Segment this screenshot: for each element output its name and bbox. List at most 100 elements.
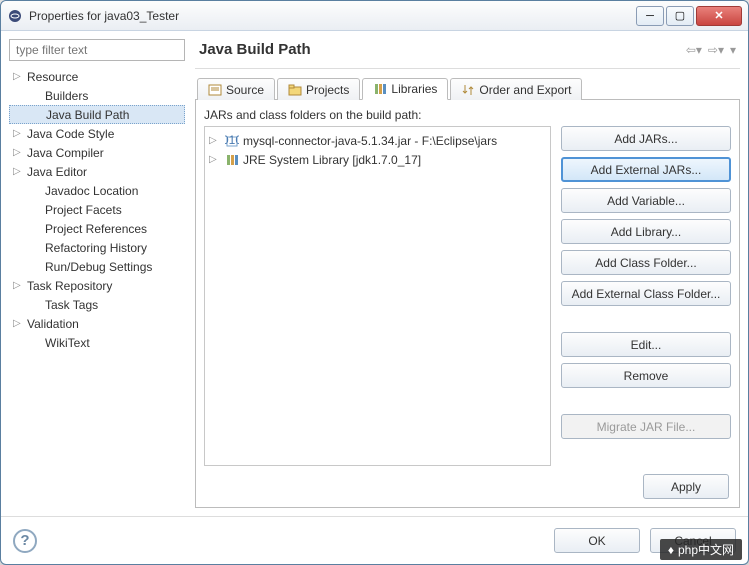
help-icon[interactable]: ? xyxy=(13,529,37,553)
maximize-button[interactable]: ▢ xyxy=(666,6,694,26)
tree-item[interactable]: WikiText xyxy=(9,333,185,352)
apply-row: Apply xyxy=(204,466,731,499)
tab-source[interactable]: Source xyxy=(197,78,275,100)
tab-order-and-export[interactable]: Order and Export xyxy=(450,78,582,100)
expander-icon: ▷ xyxy=(209,154,221,165)
jre-library-icon xyxy=(225,153,239,167)
tree-item-label: Project References xyxy=(45,222,147,236)
tree-item-label: Java Editor xyxy=(27,165,87,179)
jar-item-label: mysql-connector-java-5.1.34.jar - F:\Ecl… xyxy=(243,134,497,148)
tree-item-label: Java Code Style xyxy=(27,127,114,141)
libraries-heading: JARs and class folders on the build path… xyxy=(204,108,731,122)
filter-input[interactable] xyxy=(9,39,185,61)
tree-item-label: WikiText xyxy=(45,336,90,350)
tree-item[interactable]: ▷Java Compiler xyxy=(9,143,185,162)
tree-item[interactable]: Task Tags xyxy=(9,295,185,314)
eclipse-icon xyxy=(7,8,23,24)
tree-item-label: Task Tags xyxy=(45,298,98,312)
properties-dialog: Properties for java03_Tester ─ ▢ ✕ ▷Reso… xyxy=(0,0,749,565)
tree-item[interactable]: Project Facets xyxy=(9,200,185,219)
minimize-button[interactable]: ─ xyxy=(636,6,664,26)
tree-item-label: Task Repository xyxy=(27,279,112,293)
expander-icon: ▷ xyxy=(209,135,221,146)
tree-item-label: Refactoring History xyxy=(45,241,147,255)
apply-button[interactable]: Apply xyxy=(643,474,729,499)
dialog-body: ▷ResourceBuildersJava Build Path▷Java Co… xyxy=(1,31,748,516)
add-library-button[interactable]: Add Library... xyxy=(561,219,731,244)
add-jars-button[interactable]: Add JARs... xyxy=(561,126,731,151)
watermark: ♦ php中文网 xyxy=(660,539,742,560)
dialog-footer: ? OK Cancel xyxy=(1,516,748,564)
tab-content-libraries: JARs and class folders on the build path… xyxy=(195,100,740,508)
jar-item[interactable]: ▷ JRE System Library [jdk1.7.0_17] xyxy=(209,150,546,169)
libraries-body: ▷ 010 mysql-connector-java-5.1.34.jar - F:… xyxy=(204,126,731,466)
ok-button[interactable]: OK xyxy=(554,528,640,553)
tab-label: Libraries xyxy=(391,82,437,96)
tree-item-label: Resource xyxy=(27,70,78,84)
expander-icon: ▷ xyxy=(13,147,27,158)
tree-item[interactable]: ▷Java Code Style xyxy=(9,124,185,143)
tree-item-label: Validation xyxy=(27,317,79,331)
tab-label: Order and Export xyxy=(479,83,571,97)
remove-button[interactable]: Remove xyxy=(561,363,731,388)
tab-bar: Source Projects Libraries Order and Export xyxy=(195,77,740,100)
projects-icon xyxy=(288,83,302,97)
expander-icon: ▷ xyxy=(13,318,27,329)
forward-icon[interactable]: ⇨▾ xyxy=(708,43,724,57)
watermark-text: php中文网 xyxy=(678,541,734,558)
edit-button[interactable]: Edit... xyxy=(561,332,731,357)
tab-label: Source xyxy=(226,83,264,97)
tree-item-label: Java Build Path xyxy=(46,108,129,122)
tree-item-label: Builders xyxy=(45,89,88,103)
tree-item[interactable]: Project References xyxy=(9,219,185,238)
jar-item-label: JRE System Library [jdk1.7.0_17] xyxy=(243,153,421,167)
sidebar: ▷ResourceBuildersJava Build Path▷Java Co… xyxy=(9,39,185,508)
nav-arrows: ⇦▾ ⇨▾ ▾ xyxy=(686,43,736,57)
expander-icon: ▷ xyxy=(13,280,27,291)
window-controls: ─ ▢ ✕ xyxy=(636,6,742,26)
close-button[interactable]: ✕ xyxy=(696,6,742,26)
add-variable-button[interactable]: Add Variable... xyxy=(561,188,731,213)
tree-item-label: Run/Debug Settings xyxy=(45,260,152,274)
libraries-icon xyxy=(373,82,387,96)
tree-item[interactable]: ▷Validation xyxy=(9,314,185,333)
main-panel: Java Build Path ⇦▾ ⇨▾ ▾ Source Projects Li… xyxy=(195,39,740,508)
tree-item[interactable]: Java Build Path xyxy=(9,105,185,124)
tree-item-label: Project Facets xyxy=(45,203,122,217)
add-class-folder-button[interactable]: Add Class Folder... xyxy=(561,250,731,275)
tab-projects[interactable]: Projects xyxy=(277,78,360,100)
expander-icon: ▷ xyxy=(13,128,27,139)
main-header: Java Build Path ⇦▾ ⇨▾ ▾ xyxy=(195,39,740,69)
window-title: Properties for java03_Tester xyxy=(29,9,636,23)
menu-icon[interactable]: ▾ xyxy=(730,43,736,57)
tree-item[interactable]: Refactoring History xyxy=(9,238,185,257)
spacer xyxy=(561,312,731,326)
tree-item[interactable]: Javadoc Location xyxy=(9,181,185,200)
tab-libraries[interactable]: Libraries xyxy=(362,78,448,100)
svg-text:010: 010 xyxy=(225,134,239,147)
jar-file-icon: 010 xyxy=(225,134,239,148)
expander-icon: ▷ xyxy=(13,71,27,82)
add-external-class-folder-button[interactable]: Add External Class Folder... xyxy=(561,281,731,306)
add-external-jars-button[interactable]: Add External JARs... xyxy=(561,157,731,182)
tab-label: Projects xyxy=(306,83,349,97)
category-tree[interactable]: ▷ResourceBuildersJava Build Path▷Java Co… xyxy=(9,67,185,508)
expander-icon: ▷ xyxy=(13,166,27,177)
order-icon xyxy=(461,83,475,97)
tree-item[interactable]: ▷Resource xyxy=(9,67,185,86)
titlebar: Properties for java03_Tester ─ ▢ ✕ xyxy=(1,1,748,31)
button-column: Add JARs... Add External JARs... Add Var… xyxy=(561,126,731,466)
tree-item-label: Javadoc Location xyxy=(45,184,138,198)
php-logo-icon: ♦ xyxy=(668,543,674,557)
jar-item[interactable]: ▷ 010 mysql-connector-java-5.1.34.jar - F:… xyxy=(209,131,546,150)
tree-item[interactable]: ▷Java Editor xyxy=(9,162,185,181)
spacer xyxy=(561,394,731,408)
tree-item[interactable]: Run/Debug Settings xyxy=(9,257,185,276)
tree-item[interactable]: Builders xyxy=(9,86,185,105)
migrate-jar-button: Migrate JAR File... xyxy=(561,414,731,439)
page-title: Java Build Path xyxy=(199,41,311,58)
back-icon[interactable]: ⇦▾ xyxy=(686,43,702,57)
tree-item-label: Java Compiler xyxy=(27,146,104,160)
tree-item[interactable]: ▷Task Repository xyxy=(9,276,185,295)
jar-list[interactable]: ▷ 010 mysql-connector-java-5.1.34.jar - F:… xyxy=(204,126,551,466)
